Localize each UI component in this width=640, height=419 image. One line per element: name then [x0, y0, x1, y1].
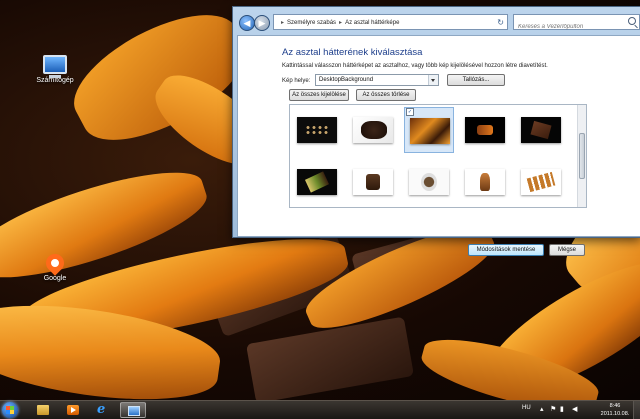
taskbar-control-panel-button[interactable] [120, 402, 146, 418]
folder-icon [37, 405, 49, 415]
breadcrumb-separator: ▸ [339, 20, 343, 26]
search-icon[interactable] [628, 17, 636, 25]
location-select[interactable]: DesktopBackground [315, 74, 439, 86]
wallpaper-image [353, 117, 393, 143]
wallpaper-image [465, 169, 505, 195]
wallpaper-thumbnail[interactable] [516, 107, 566, 153]
computer-icon [43, 55, 67, 78]
chevron-up-icon[interactable]: ▴ [540, 406, 547, 413]
cancel-button[interactable]: Mégse [549, 244, 585, 256]
save-changes-button[interactable]: Módosítások mentése [468, 244, 544, 256]
taskbar: e HU ▴ ⚑ ▮ ◀ 8:46 2011.10.08. [0, 400, 640, 419]
taskbar-media-player-button[interactable] [60, 402, 86, 418]
control-panel-window: ◀ ▶ ▸ Személyre szabás ▸ Az asztal háttérké… [232, 6, 640, 256]
wallpaper-thumbnail[interactable] [460, 159, 510, 205]
forward-button[interactable]: ▶ [254, 15, 270, 31]
chevron-down-icon[interactable] [428, 75, 438, 85]
flag-icon[interactable]: ⚑ [550, 406, 557, 413]
wallpaper-thumbnail[interactable] [404, 159, 454, 205]
wallpaper-thumbnail[interactable] [292, 159, 342, 205]
wallpaper-thumbnail-selected[interactable]: ✓ [404, 107, 454, 153]
taskbar-internet-explorer-button[interactable]: e [90, 402, 116, 418]
wallpaper-image [521, 169, 561, 195]
wallpaper-image [353, 169, 393, 195]
browse-button[interactable]: Tallózás... [447, 74, 505, 86]
desktop-icon-label: Google [43, 275, 67, 282]
arrow-left-icon: ◀ [243, 18, 251, 28]
content-pane: Az asztal hátterének kiválasztása Kattin… [237, 35, 640, 256]
desktop-icon-computer[interactable]: Számítógép [25, 55, 85, 84]
desktop-icon-google[interactable]: Google [25, 250, 85, 282]
wallpaper-image [409, 169, 449, 195]
location-label: Kép helye: [282, 78, 311, 84]
clock-time: 8:46 [609, 403, 621, 409]
clock[interactable]: 8:46 2011.10.08. [600, 402, 630, 418]
start-button[interactable] [2, 402, 18, 418]
wallpaper-image [297, 169, 337, 195]
wallpaper-image [465, 117, 505, 143]
media-player-icon [67, 405, 79, 415]
address-bar[interactable]: ▸ Személyre szabás ▸ Az asztal háttérképe ↻ [273, 14, 508, 30]
internet-explorer-icon: e [97, 402, 106, 417]
back-button[interactable]: ◀ [239, 15, 255, 31]
wallpaper-thumbnail[interactable] [348, 159, 398, 205]
breadcrumb-item[interactable]: Az asztal háttérképe [345, 20, 399, 26]
wallpaper-thumbnail[interactable] [292, 107, 342, 153]
wallpaper-thumbnail[interactable] [348, 107, 398, 153]
checkbox-checked[interactable]: ✓ [406, 108, 414, 116]
wallpaper-image [410, 118, 450, 144]
breadcrumb-item[interactable]: Személyre szabás [287, 20, 336, 26]
control-panel-icon [128, 406, 140, 416]
arrow-right-icon: ▶ [258, 18, 266, 28]
wallpaper-image [297, 117, 337, 143]
page-title: Az asztal hátterének kiválasztása [282, 47, 423, 58]
desktop-icon-label: Számítógép [36, 77, 74, 84]
location-value: DesktopBackground [319, 77, 374, 83]
wallpaper-chocolate [246, 316, 414, 400]
wallpaper-thumbnail[interactable] [516, 159, 566, 205]
search-input[interactable] [514, 20, 628, 34]
volume-icon[interactable]: ◀ [572, 406, 579, 413]
page-description: Kattintással válasszon háttérképet az as… [282, 63, 548, 69]
clear-all-button[interactable]: Az összes törlése [356, 89, 416, 101]
wallpaper-thumbnail[interactable] [460, 107, 510, 153]
scrollbar-thumb[interactable] [579, 133, 585, 179]
clock-date: 2011.10.08. [600, 411, 630, 417]
breadcrumb-separator: ▸ [281, 20, 285, 26]
select-all-button[interactable]: Az összes kijelölése [289, 89, 349, 101]
navigation-bar: ◀ ▶ ▸ Személyre szabás ▸ Az asztal háttérké… [235, 14, 640, 34]
show-desktop-button[interactable] [633, 401, 640, 419]
map-pin-icon [42, 250, 68, 276]
taskbar-explorer-button[interactable] [30, 402, 56, 418]
wallpaper-gallery: ✓ [289, 104, 587, 208]
wallpaper-image [521, 117, 561, 143]
language-indicator[interactable]: HU [522, 405, 531, 411]
refresh-icon[interactable]: ↻ [497, 15, 504, 29]
gallery-scrollbar[interactable] [577, 105, 586, 207]
search-box[interactable] [513, 14, 640, 34]
network-icon[interactable]: ▮ [560, 406, 567, 413]
